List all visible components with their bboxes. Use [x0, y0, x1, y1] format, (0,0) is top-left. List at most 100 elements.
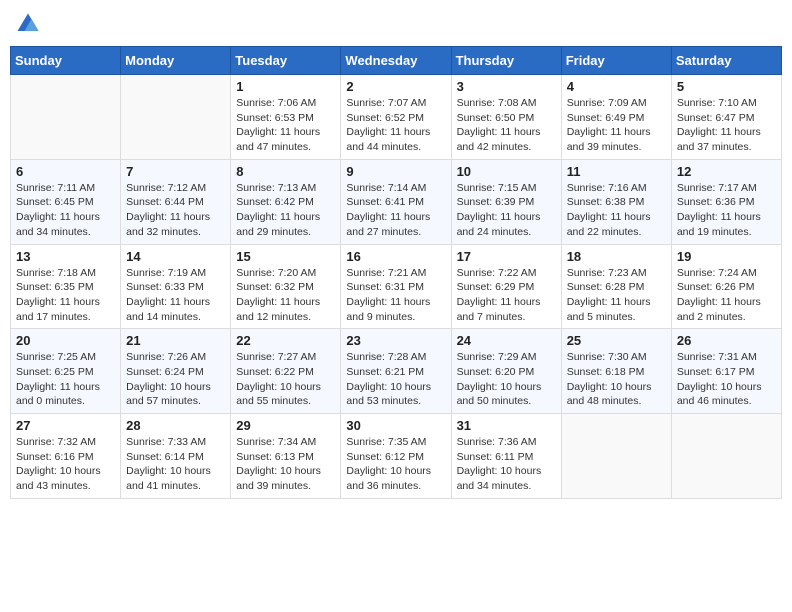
calendar-day-cell: 15 Sunrise: 7:20 AMSunset: 6:32 PMDayligh…: [231, 244, 341, 329]
calendar-day-cell: 13Sunrise: 7:18 AMSunset: 6:35 PMDayligh…: [11, 244, 121, 329]
calendar-day-cell: 26Sunrise: 7:31 AMSunset: 6:17 PMDayligh…: [671, 329, 781, 414]
calendar-empty-cell: [11, 75, 121, 160]
day-number: 29: [236, 418, 335, 433]
cell-info: Sunrise: 7:24 AMSunset: 6:26 PMDaylight:…: [677, 266, 776, 325]
day-number: 24: [457, 333, 556, 348]
calendar-week-row: 13Sunrise: 7:18 AMSunset: 6:35 PMDayligh…: [11, 244, 782, 329]
calendar-week-row: 20 Sunrise: 7:25 AMSunset: 6:25 PMDayligh…: [11, 329, 782, 414]
calendar-day-cell: 12 Sunrise: 7:17 AMSunset: 6:36 PMDayligh…: [671, 159, 781, 244]
day-number: 30: [346, 418, 445, 433]
calendar-day-cell: 19 Sunrise: 7:24 AMSunset: 6:26 PMDayligh…: [671, 244, 781, 329]
day-number: 25: [567, 333, 666, 348]
calendar-day-cell: 25Sunrise: 7:30 AMSunset: 6:18 PMDayligh…: [561, 329, 671, 414]
day-number: 20: [16, 333, 115, 348]
cell-info: Sunrise: 7:17 AMSunset: 6:36 PMDaylight:…: [677, 181, 776, 240]
calendar-week-row: 1Sunrise: 7:06 AMSunset: 6:53 PMDaylight…: [11, 75, 782, 160]
calendar-day-cell: 4 Sunrise: 7:09 AMSunset: 6:49 PMDaylight…: [561, 75, 671, 160]
calendar-day-cell: 2 Sunrise: 7:07 AMSunset: 6:52 PMDaylight…: [341, 75, 451, 160]
cell-info: Sunrise: 7:27 AMSunset: 6:22 PMDaylight:…: [236, 350, 335, 409]
day-header-saturday: Saturday: [671, 47, 781, 75]
calendar: SundayMondayTuesdayWednesdayThursdayFrid…: [10, 46, 782, 499]
cell-info: Sunrise: 7:19 AMSunset: 6:33 PMDaylight:…: [126, 266, 225, 325]
cell-info: Sunrise: 7:29 AMSunset: 6:20 PMDaylight:…: [457, 350, 556, 409]
calendar-day-cell: 24 Sunrise: 7:29 AMSunset: 6:20 PMDayligh…: [451, 329, 561, 414]
day-number: 1: [236, 79, 335, 94]
calendar-empty-cell: [671, 414, 781, 499]
cell-info: Sunrise: 7:25 AMSunset: 6:25 PMDaylight:…: [16, 350, 115, 409]
calendar-day-cell: 17 Sunrise: 7:22 AMSunset: 6:29 PMDayligh…: [451, 244, 561, 329]
day-number: 9: [346, 164, 445, 179]
cell-info: Sunrise: 7:14 AMSunset: 6:41 PMDaylight:…: [346, 181, 445, 240]
calendar-header-row: SundayMondayTuesdayWednesdayThursdayFrid…: [11, 47, 782, 75]
day-number: 14: [126, 249, 225, 264]
day-header-monday: Monday: [121, 47, 231, 75]
day-number: 19: [677, 249, 776, 264]
cell-info: Sunrise: 7:36 AMSunset: 6:11 PMDaylight:…: [457, 435, 556, 494]
cell-info: Sunrise: 7:31 AMSunset: 6:17 PMDaylight:…: [677, 350, 776, 409]
calendar-day-cell: 1Sunrise: 7:06 AMSunset: 6:53 PMDaylight…: [231, 75, 341, 160]
day-number: 10: [457, 164, 556, 179]
day-number: 17: [457, 249, 556, 264]
calendar-day-cell: 28 Sunrise: 7:33 AMSunset: 6:14 PMDayligh…: [121, 414, 231, 499]
cell-info: Sunrise: 7:34 AMSunset: 6:13 PMDaylight:…: [236, 435, 335, 494]
calendar-day-cell: 14 Sunrise: 7:19 AMSunset: 6:33 PMDayligh…: [121, 244, 231, 329]
day-number: 27: [16, 418, 115, 433]
page-header: [10, 10, 782, 38]
calendar-day-cell: 22 Sunrise: 7:27 AMSunset: 6:22 PMDayligh…: [231, 329, 341, 414]
cell-info: Sunrise: 7:10 AMSunset: 6:47 PMDaylight:…: [677, 96, 776, 155]
calendar-day-cell: 18Sunrise: 7:23 AMSunset: 6:28 PMDayligh…: [561, 244, 671, 329]
cell-info: Sunrise: 7:35 AMSunset: 6:12 PMDaylight:…: [346, 435, 445, 494]
calendar-day-cell: 8 Sunrise: 7:13 AMSunset: 6:42 PMDaylight…: [231, 159, 341, 244]
cell-info: Sunrise: 7:08 AMSunset: 6:50 PMDaylight:…: [457, 96, 556, 155]
day-header-thursday: Thursday: [451, 47, 561, 75]
calendar-day-cell: 10 Sunrise: 7:15 AMSunset: 6:39 PMDayligh…: [451, 159, 561, 244]
cell-info: Sunrise: 7:33 AMSunset: 6:14 PMDaylight:…: [126, 435, 225, 494]
cell-info: Sunrise: 7:13 AMSunset: 6:42 PMDaylight:…: [236, 181, 335, 240]
calendar-empty-cell: [121, 75, 231, 160]
calendar-day-cell: 23Sunrise: 7:28 AMSunset: 6:21 PMDayligh…: [341, 329, 451, 414]
day-number: 22: [236, 333, 335, 348]
calendar-day-cell: 20 Sunrise: 7:25 AMSunset: 6:25 PMDayligh…: [11, 329, 121, 414]
day-number: 16: [346, 249, 445, 264]
day-number: 15: [236, 249, 335, 264]
calendar-empty-cell: [561, 414, 671, 499]
day-header-tuesday: Tuesday: [231, 47, 341, 75]
day-number: 23: [346, 333, 445, 348]
day-number: 31: [457, 418, 556, 433]
calendar-day-cell: 7Sunrise: 7:12 AMSunset: 6:44 PMDaylight…: [121, 159, 231, 244]
cell-info: Sunrise: 7:20 AMSunset: 6:32 PMDaylight:…: [236, 266, 335, 325]
logo-icon: [14, 10, 42, 38]
day-number: 21: [126, 333, 225, 348]
calendar-week-row: 6 Sunrise: 7:11 AMSunset: 6:45 PMDaylight…: [11, 159, 782, 244]
calendar-day-cell: 27 Sunrise: 7:32 AMSunset: 6:16 PMDayligh…: [11, 414, 121, 499]
cell-info: Sunrise: 7:22 AMSunset: 6:29 PMDaylight:…: [457, 266, 556, 325]
cell-info: Sunrise: 7:09 AMSunset: 6:49 PMDaylight:…: [567, 96, 666, 155]
day-number: 4: [567, 79, 666, 94]
calendar-day-cell: 3 Sunrise: 7:08 AMSunset: 6:50 PMDaylight…: [451, 75, 561, 160]
day-number: 12: [677, 164, 776, 179]
cell-info: Sunrise: 7:07 AMSunset: 6:52 PMDaylight:…: [346, 96, 445, 155]
day-number: 2: [346, 79, 445, 94]
calendar-week-row: 27 Sunrise: 7:32 AMSunset: 6:16 PMDayligh…: [11, 414, 782, 499]
cell-info: Sunrise: 7:18 AMSunset: 6:35 PMDaylight:…: [16, 266, 115, 325]
day-number: 18: [567, 249, 666, 264]
calendar-day-cell: 21 Sunrise: 7:26 AMSunset: 6:24 PMDayligh…: [121, 329, 231, 414]
day-number: 28: [126, 418, 225, 433]
day-header-friday: Friday: [561, 47, 671, 75]
day-number: 8: [236, 164, 335, 179]
calendar-day-cell: 31 Sunrise: 7:36 AMSunset: 6:11 PMDayligh…: [451, 414, 561, 499]
cell-info: Sunrise: 7:26 AMSunset: 6:24 PMDaylight:…: [126, 350, 225, 409]
cell-info: Sunrise: 7:16 AMSunset: 6:38 PMDaylight:…: [567, 181, 666, 240]
day-header-wednesday: Wednesday: [341, 47, 451, 75]
calendar-day-cell: 30 Sunrise: 7:35 AMSunset: 6:12 PMDayligh…: [341, 414, 451, 499]
cell-info: Sunrise: 7:21 AMSunset: 6:31 PMDaylight:…: [346, 266, 445, 325]
calendar-day-cell: 16 Sunrise: 7:21 AMSunset: 6:31 PMDayligh…: [341, 244, 451, 329]
calendar-day-cell: 29 Sunrise: 7:34 AMSunset: 6:13 PMDayligh…: [231, 414, 341, 499]
calendar-day-cell: 11 Sunrise: 7:16 AMSunset: 6:38 PMDayligh…: [561, 159, 671, 244]
day-number: 11: [567, 164, 666, 179]
day-number: 6: [16, 164, 115, 179]
cell-info: Sunrise: 7:11 AMSunset: 6:45 PMDaylight:…: [16, 181, 115, 240]
cell-info: Sunrise: 7:15 AMSunset: 6:39 PMDaylight:…: [457, 181, 556, 240]
cell-info: Sunrise: 7:32 AMSunset: 6:16 PMDaylight:…: [16, 435, 115, 494]
day-number: 3: [457, 79, 556, 94]
